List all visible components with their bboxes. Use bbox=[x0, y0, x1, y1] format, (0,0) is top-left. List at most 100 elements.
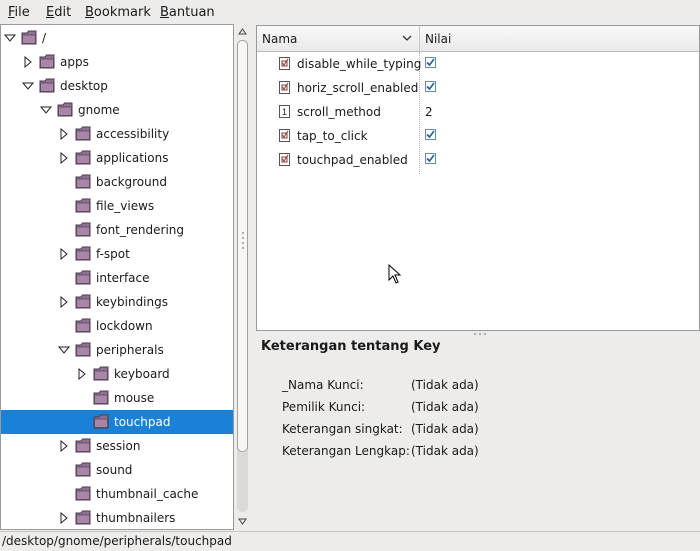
folder-icon bbox=[21, 30, 37, 45]
status-path: /desktop/gnome/peripherals/touchpad bbox=[2, 534, 232, 548]
tree-item-peripherals[interactable]: peripherals bbox=[1, 338, 233, 362]
table-row[interactable]: disable_while_typing bbox=[257, 52, 699, 76]
tree-item-apps[interactable]: apps bbox=[1, 50, 233, 74]
expander-collapsed-icon[interactable] bbox=[58, 152, 70, 164]
folder-icon bbox=[75, 294, 91, 309]
tree-item-label: accessibility bbox=[96, 127, 170, 141]
tree-item-desktop[interactable]: desktop bbox=[1, 74, 233, 98]
tree-item-gnome[interactable]: gnome bbox=[1, 98, 233, 122]
value-checkbox[interactable] bbox=[425, 129, 436, 140]
table-row[interactable]: touchpad_enabled bbox=[257, 148, 699, 172]
tree-item-label: desktop bbox=[60, 79, 108, 93]
expander-expanded-icon[interactable] bbox=[58, 344, 70, 356]
value-checkbox[interactable] bbox=[425, 153, 436, 164]
folder-icon bbox=[75, 318, 91, 333]
tree-item-label: peripherals bbox=[96, 343, 164, 357]
mouse-cursor-icon bbox=[388, 264, 402, 284]
menu-bookmark[interactable]: Bookmark bbox=[85, 5, 151, 20]
table-row[interactable]: horiz_scroll_enabled bbox=[257, 76, 699, 100]
svg-text:1: 1 bbox=[282, 107, 287, 117]
tree-item-label: gnome bbox=[78, 103, 120, 117]
folder-icon bbox=[93, 366, 109, 381]
key-name: horiz_scroll_enabled bbox=[297, 81, 419, 95]
tree-item-f-spot[interactable]: f-spot bbox=[1, 242, 233, 266]
pane-resize-grip[interactable] bbox=[240, 230, 246, 250]
tree-item-label: touchpad bbox=[114, 415, 171, 429]
directory-tree[interactable]: / apps desktop gnome accessibility applicatio… bbox=[0, 24, 234, 530]
expander-expanded-icon[interactable] bbox=[40, 104, 52, 116]
tree-item-mouse[interactable]: mouse bbox=[1, 386, 233, 410]
tree-item-touchpad[interactable]: touchpad bbox=[1, 410, 233, 434]
tree-item-keyboard[interactable]: keyboard bbox=[1, 362, 233, 386]
tree-item-label: lockdown bbox=[96, 319, 153, 333]
tree-item-background[interactable]: background bbox=[1, 170, 233, 194]
tree-item-accessibility[interactable]: accessibility bbox=[1, 122, 233, 146]
bool-key-icon bbox=[279, 153, 291, 166]
detail-label: Keterangan singkat: bbox=[282, 422, 403, 436]
column-header-value[interactable]: Nilai bbox=[420, 26, 698, 51]
scroll-down-button[interactable] bbox=[236, 514, 249, 528]
key-name: disable_while_typing bbox=[297, 57, 422, 71]
expander-collapsed-icon[interactable] bbox=[58, 512, 70, 524]
folder-icon bbox=[75, 126, 91, 141]
key-name: touchpad_enabled bbox=[297, 153, 408, 167]
key-value[interactable]: 2 bbox=[425, 105, 433, 119]
tree-item-interface[interactable]: interface bbox=[1, 266, 233, 290]
tree-item-label: file_views bbox=[96, 199, 155, 213]
scroll-up-button[interactable] bbox=[236, 25, 249, 39]
tree-item-label: keyboard bbox=[114, 367, 170, 381]
folder-icon bbox=[39, 54, 55, 69]
chevron-down-icon bbox=[238, 518, 247, 525]
expander-collapsed-icon[interactable] bbox=[58, 440, 70, 452]
column-header-name[interactable]: Nama bbox=[257, 26, 420, 51]
detail-value: (Tidak ada) bbox=[411, 400, 479, 414]
tree-scrollbar[interactable] bbox=[235, 24, 250, 530]
detail-value: (Tidak ada) bbox=[411, 422, 479, 436]
int-key-icon: 1 bbox=[279, 105, 291, 118]
bool-key-icon bbox=[279, 129, 291, 142]
expander-collapsed-icon[interactable] bbox=[76, 368, 88, 380]
menu-edit[interactable]: Edit bbox=[46, 5, 71, 20]
table-row[interactable]: 1 scroll_method 2 bbox=[257, 100, 699, 124]
tree-item-sound[interactable]: sound bbox=[1, 458, 233, 482]
tree-item-keybindings[interactable]: keybindings bbox=[1, 290, 233, 314]
detail-label: Keterangan Lengkap: bbox=[282, 444, 410, 458]
expander-collapsed-icon[interactable] bbox=[58, 128, 70, 140]
tree-item-thumbnail-cache[interactable]: thumbnail_cache bbox=[1, 482, 233, 506]
tree-item-label: thumbnailers bbox=[96, 511, 176, 525]
statusbar: /desktop/gnome/peripherals/touchpad bbox=[0, 531, 700, 551]
expander-collapsed-icon[interactable] bbox=[22, 56, 34, 68]
folder-icon bbox=[75, 222, 91, 237]
folder-icon bbox=[57, 102, 73, 117]
folder-icon bbox=[75, 198, 91, 213]
column-value-label: Nilai bbox=[425, 32, 452, 46]
tree-item-font-rendering[interactable]: font_rendering bbox=[1, 218, 233, 242]
menu-file[interactable]: File bbox=[8, 5, 30, 20]
detail-value: (Tidak ada) bbox=[411, 444, 479, 458]
pane-split-grip[interactable] bbox=[472, 332, 488, 336]
value-checkbox[interactable] bbox=[425, 57, 436, 68]
keys-table[interactable]: Nama Nilai disable_while_typing horiz_scr… bbox=[256, 25, 700, 331]
tree-item-label: applications bbox=[96, 151, 169, 165]
chevron-up-icon bbox=[238, 28, 247, 35]
tree-item-applications[interactable]: applications bbox=[1, 146, 233, 170]
value-checkbox[interactable] bbox=[425, 81, 436, 92]
expander-collapsed-icon[interactable] bbox=[58, 296, 70, 308]
expander-expanded-icon[interactable] bbox=[22, 80, 34, 92]
menu-bantuan[interactable]: Bantuan bbox=[160, 5, 215, 20]
expander-collapsed-icon[interactable] bbox=[58, 248, 70, 260]
tree-item-file-views[interactable]: file_views bbox=[1, 194, 233, 218]
column-name-label: Nama bbox=[262, 32, 298, 46]
tree-item-label: session bbox=[96, 439, 141, 453]
expander-expanded-icon[interactable] bbox=[4, 32, 16, 44]
folder-icon bbox=[75, 150, 91, 165]
tree-item-[interactable]: / bbox=[1, 26, 233, 50]
tree-item-thumbnailers[interactable]: thumbnailers bbox=[1, 506, 233, 529]
detail-label: _Nama Kunci: bbox=[282, 378, 364, 392]
tree-item-lockdown[interactable]: lockdown bbox=[1, 314, 233, 338]
folder-icon bbox=[75, 270, 91, 285]
table-row[interactable]: tap_to_click bbox=[257, 124, 699, 148]
key-name: tap_to_click bbox=[297, 129, 368, 143]
tree-item-session[interactable]: session bbox=[1, 434, 233, 458]
key-name: scroll_method bbox=[297, 105, 381, 119]
